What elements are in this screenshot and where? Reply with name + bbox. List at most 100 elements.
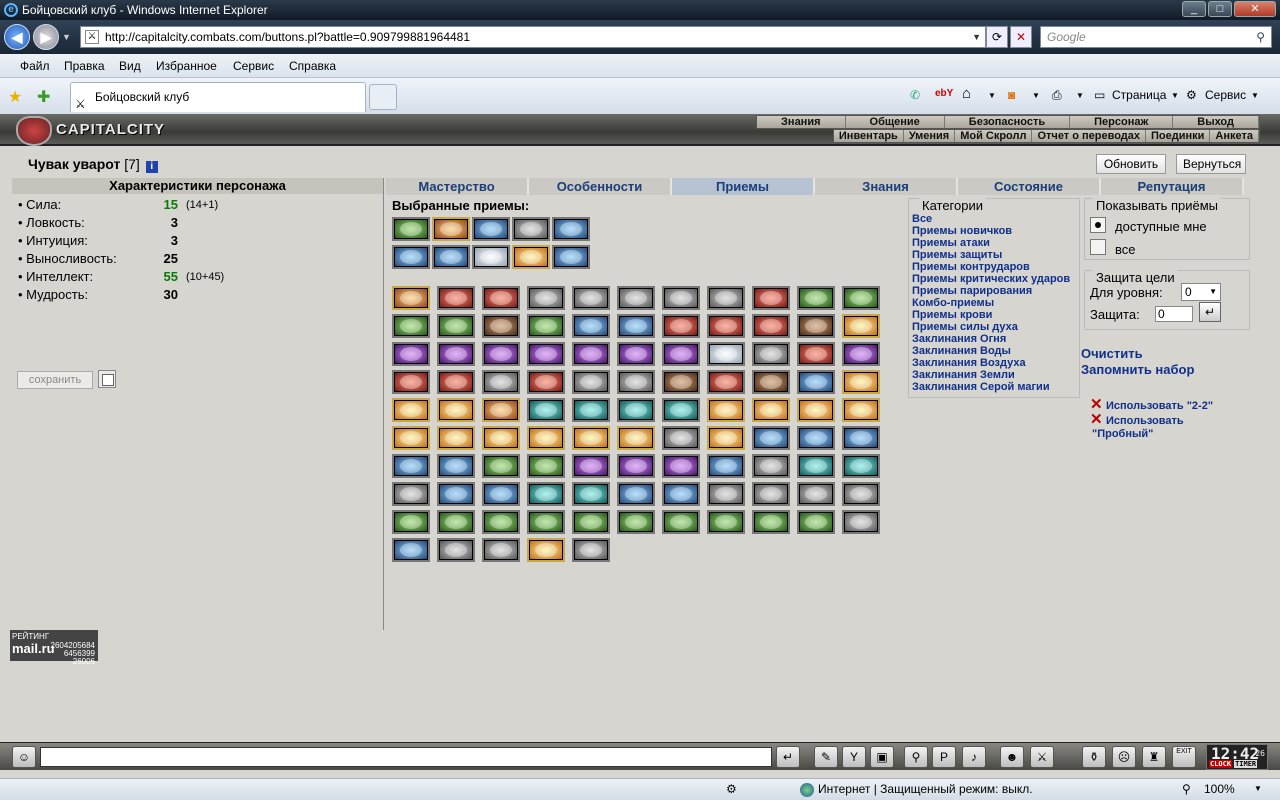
technique-icon[interactable] [707,454,745,478]
page-dropdown-icon[interactable]: ▼ [1171,91,1179,100]
technique-icon[interactable] [797,482,835,506]
technique-icon[interactable] [662,398,700,422]
home-icon[interactable]: ⌂ [962,85,971,102]
technique-icon[interactable] [482,370,520,394]
technique-icon[interactable] [527,426,565,450]
menu-tools[interactable]: Сервис [233,59,274,73]
technique-icon[interactable] [572,314,610,338]
technique-icon[interactable] [527,454,565,478]
technique-icon[interactable] [482,426,520,450]
timer-tab[interactable]: TIMER [1234,760,1258,768]
category-link[interactable]: Заклинания Серой магии [912,381,1050,393]
nav-security[interactable]: Безопасность [945,116,1071,128]
refresh-icon[interactable]: ⟳ [986,26,1008,48]
technique-icon[interactable] [797,398,835,422]
technique-icon[interactable] [512,245,550,269]
technique-icon[interactable] [662,510,700,534]
category-link[interactable]: Все [912,213,932,225]
technique-icon[interactable] [842,342,880,366]
chat-input[interactable] [40,747,772,767]
technique-icon[interactable] [482,510,520,534]
category-link[interactable]: Приемы защиты [912,249,1002,261]
technique-icon[interactable] [392,217,430,241]
technique-icon[interactable] [797,286,835,310]
protection-input[interactable]: 0 [1155,306,1193,322]
walk-icon[interactable]: ⚲ [904,746,928,768]
menu-help[interactable]: Справка [289,59,336,73]
technique-icon[interactable] [752,342,790,366]
technique-icon[interactable] [392,454,430,478]
clock-tab[interactable]: CLOCK [1209,760,1233,768]
radio-all[interactable] [1090,239,1106,255]
back-button[interactable]: ◀ [4,24,30,50]
technique-icon[interactable] [797,342,835,366]
technique-icon[interactable] [392,482,430,506]
tab-combats[interactable]: ⚔ Бойцовский клуб [70,82,366,112]
category-link[interactable]: Приемы атаки [912,237,990,249]
mailru-rating-counter[interactable]: РЕЙТИНГ mail.ru 2604205684 6456399 26006 [10,630,98,666]
ebay-icon[interactable]: ebY [935,88,953,99]
category-link[interactable]: Заклинания Воздуха [912,357,1026,369]
technique-icon[interactable] [482,342,520,366]
technique-icon[interactable] [662,342,700,366]
technique-icon[interactable] [707,426,745,450]
technique-icon[interactable] [617,342,655,366]
technique-icon[interactable] [472,245,510,269]
feeds-dropdown-icon[interactable]: ▼ [1032,91,1040,100]
menu-file[interactable]: Файл [20,59,50,73]
technique-icon[interactable] [482,482,520,506]
zoom-level[interactable]: 100% [1204,779,1235,799]
technique-icon[interactable] [437,510,475,534]
chat-icon[interactable]: ☺ [12,746,36,768]
technique-icon[interactable] [437,370,475,394]
technique-icon[interactable] [392,398,430,422]
tools-menu[interactable]: Сервис [1205,88,1246,102]
technique-icon[interactable] [392,342,430,366]
technique-icon[interactable] [572,454,610,478]
technique-icon[interactable] [437,286,475,310]
print-icon[interactable]: ⎙ [1052,88,1062,103]
tab-knowledge[interactable]: Знания [815,178,958,195]
menu-edit[interactable]: Правка [64,59,105,73]
clear-link[interactable]: Очистить [1081,346,1143,361]
security-icon[interactable]: ⚙ [726,779,737,799]
level-select[interactable]: 0 [1181,283,1221,301]
delete-x-icon[interactable]: ✕ [1090,412,1103,427]
technique-icon[interactable] [707,510,745,534]
technique-icon[interactable] [392,245,430,269]
favorites-star-icon[interactable]: ★ [8,87,22,107]
save-checkbox[interactable] [98,370,116,388]
private-icon[interactable]: P [932,746,956,768]
page-menu[interactable]: Страница [1112,88,1166,102]
technique-icon[interactable] [617,454,655,478]
technique-icon[interactable] [552,245,590,269]
technique-icon[interactable] [572,426,610,450]
technique-icon[interactable] [527,342,565,366]
remember-set-link[interactable]: Запомнить набор [1081,362,1194,377]
technique-icon[interactable] [552,217,590,241]
technique-icon[interactable] [662,426,700,450]
technique-icon[interactable] [617,426,655,450]
technique-icon[interactable] [662,314,700,338]
technique-icon[interactable] [437,538,475,562]
exit-icon[interactable]: EXIT [1172,746,1196,768]
technique-icon[interactable] [752,286,790,310]
technique-icon[interactable] [797,370,835,394]
technique-icon[interactable] [392,426,430,450]
technique-icon[interactable] [842,426,880,450]
use-probny-link-2[interactable]: "Пробный" [1076,428,1153,441]
search-input[interactable]: Google ⚲ [1040,26,1272,48]
technique-icon[interactable] [392,314,430,338]
technique-icon[interactable] [707,286,745,310]
filter-icon[interactable]: Y [842,746,866,768]
technique-icon[interactable] [662,482,700,506]
technique-icon[interactable] [482,398,520,422]
nav-profile[interactable]: Анкета [1210,130,1259,142]
technique-icon[interactable] [617,482,655,506]
url-field[interactable]: ⚔ http://capitalcity.combats.com/buttons… [80,26,986,48]
close-button[interactable]: ✕ [1234,1,1276,17]
radio-available[interactable] [1090,217,1106,233]
nav-fights[interactable]: Поединки [1146,130,1211,142]
technique-icon[interactable] [662,370,700,394]
nav-knowledge[interactable]: Знания [757,116,846,128]
